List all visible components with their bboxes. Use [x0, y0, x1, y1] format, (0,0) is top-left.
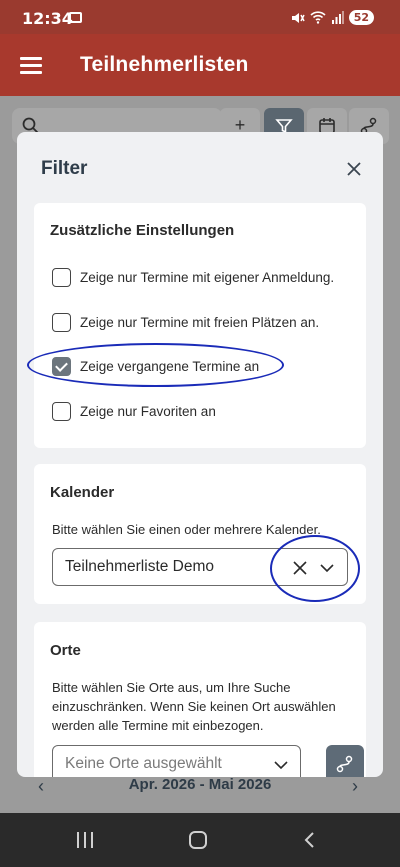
- back-icon[interactable]: [303, 832, 315, 848]
- location-route-button[interactable]: [326, 745, 364, 777]
- checkbox[interactable]: [52, 267, 71, 287]
- date-range: Apr. 2026 - Mai 2026: [128, 776, 272, 793]
- status-time: 12:34: [22, 9, 73, 28]
- checkbox[interactable]: [52, 312, 71, 332]
- calendar-select[interactable]: Teilnehmerliste Demo: [52, 548, 348, 586]
- menu-icon[interactable]: [20, 57, 42, 74]
- settings-card: Zusätzliche Einstellungen Zeige nur Term…: [34, 203, 366, 448]
- page-title: Teilnehmerlisten: [80, 53, 249, 76]
- locations-title: Orte: [50, 642, 81, 659]
- home-icon[interactable]: [189, 831, 207, 849]
- route-icon: [336, 755, 353, 773]
- recent-apps-icon[interactable]: [77, 832, 95, 848]
- checkbox[interactable]: [52, 401, 71, 421]
- option-past-events[interactable]: Zeige vergangene Termine an: [52, 355, 259, 377]
- system-nav-bar: [0, 813, 400, 867]
- screen-record-icon: [69, 12, 82, 23]
- next-period-icon[interactable]: ›: [352, 776, 358, 797]
- filter-modal: Filter Zusätzliche Einstellungen Zeige n…: [17, 132, 383, 777]
- clear-icon[interactable]: [292, 560, 308, 576]
- status-icons: 52: [291, 10, 374, 25]
- locations-help: Bitte wählen Sie Orte aus, um Ihre Suche…: [52, 680, 336, 733]
- locations-card: Orte Bitte wählen Sie Orte aus, um Ihre …: [34, 622, 366, 777]
- status-bar: 12:34 52: [0, 0, 400, 34]
- option-free-places[interactable]: Zeige nur Termine mit freien Plätzen an.: [52, 311, 319, 333]
- option-own-registration[interactable]: Zeige nur Termine mit eigener Anmeldung.: [52, 266, 334, 288]
- calendar-title: Kalender: [50, 484, 115, 501]
- option-label: Zeige nur Termine mit freien Plätzen an.: [80, 314, 320, 330]
- checkbox-checked[interactable]: [52, 356, 71, 376]
- signal-icon: [331, 11, 344, 24]
- locations-placeholder: Keine Orte ausgewählt: [65, 755, 222, 772]
- chevron-down-icon[interactable]: [319, 560, 335, 576]
- app-bar: Teilnehmerlisten: [0, 34, 400, 96]
- calendar-selected-value: Teilnehmerliste Demo: [65, 558, 215, 575]
- option-favorites[interactable]: Zeige nur Favoriten an: [52, 400, 216, 422]
- battery-badge: 52: [348, 10, 374, 25]
- calendar-card: Kalender Bitte wählen Sie einen oder meh…: [34, 464, 366, 604]
- wifi-icon: [310, 11, 326, 24]
- option-label: Zeige vergangene Termine an: [80, 358, 260, 374]
- close-icon[interactable]: [345, 160, 363, 178]
- option-label: Zeige nur Termine mit eigener Anmeldung.: [80, 269, 335, 285]
- locations-select[interactable]: Keine Orte ausgewählt: [52, 745, 301, 777]
- modal-title: Filter: [41, 158, 88, 179]
- calendar-help: Bitte wählen Sie einen oder mehrere Kale…: [52, 522, 321, 537]
- settings-title: Zusätzliche Einstellungen: [50, 222, 235, 239]
- chevron-down-icon[interactable]: [273, 757, 289, 773]
- option-label: Zeige nur Favoriten an: [80, 403, 216, 419]
- mute-icon: [291, 12, 305, 23]
